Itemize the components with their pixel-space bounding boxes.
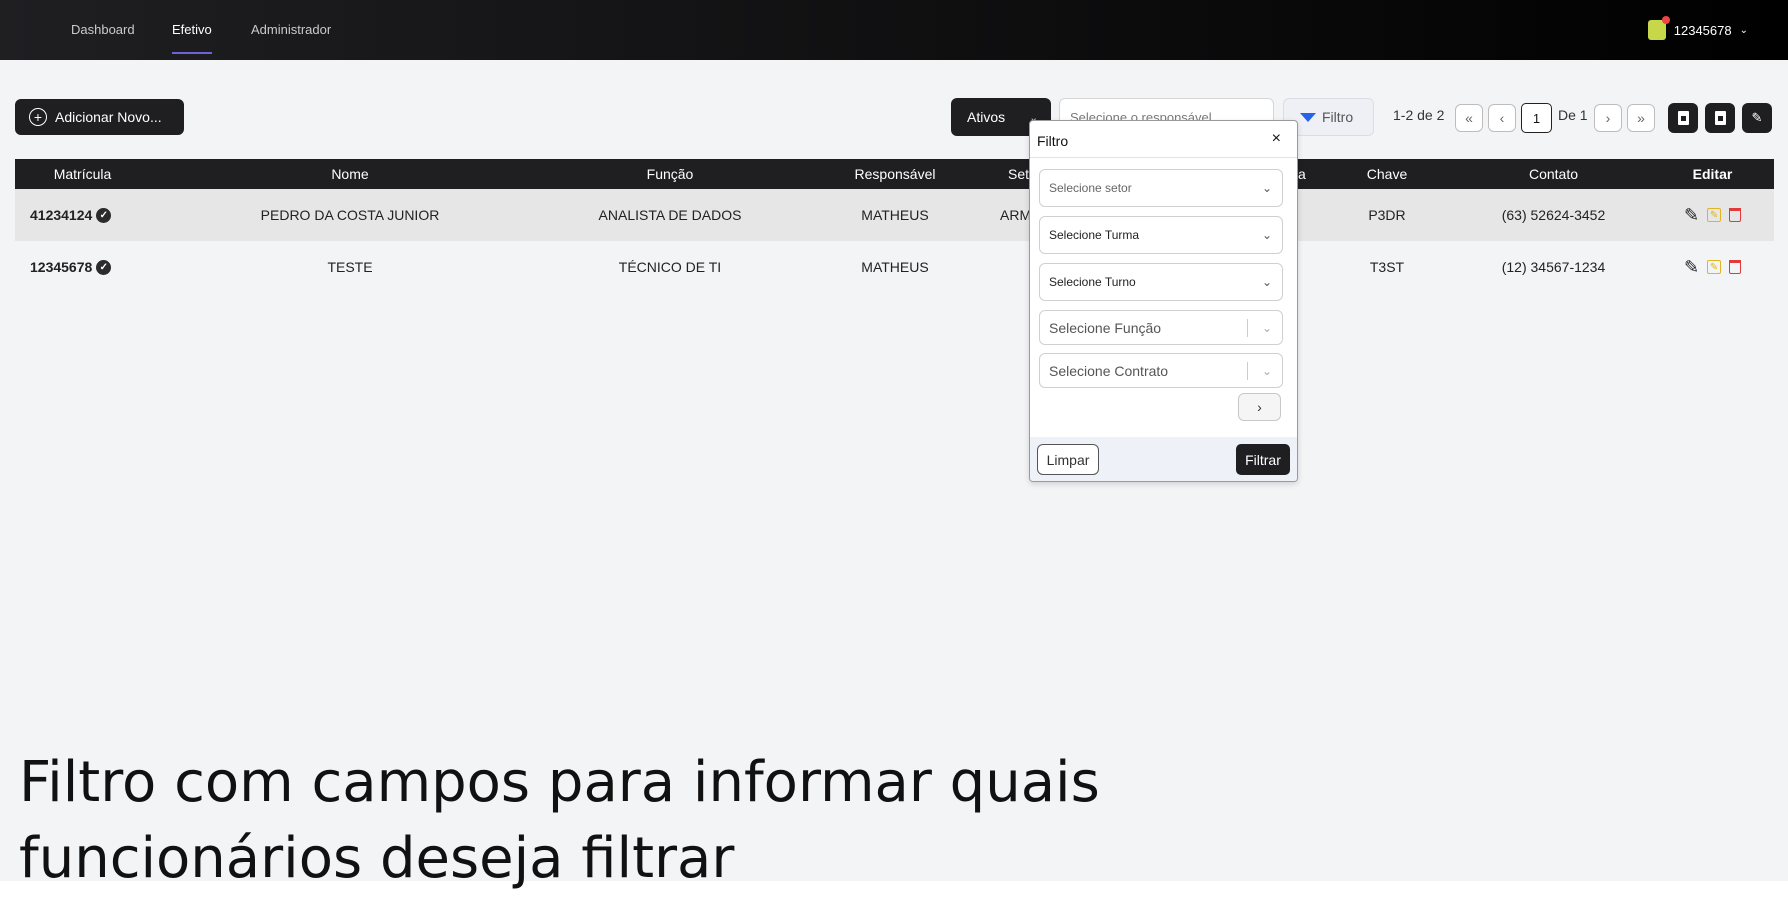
page: Dashboard Efetivo Administrador 12345678…	[0, 0, 1788, 891]
pencil-icon: ✎	[1751, 110, 1763, 125]
page-number-input[interactable]: 1	[1521, 103, 1552, 133]
col-chave[interactable]: Chave	[1318, 159, 1456, 189]
last-page-button[interactable]: »	[1627, 104, 1655, 132]
setor-select[interactable]: Selecione setor ⌄	[1039, 169, 1283, 207]
trash-icon[interactable]	[1729, 260, 1742, 274]
cell-responsavel: MATHEUS	[861, 207, 929, 223]
user-menu[interactable]: 12345678 ⌄	[1647, 16, 1748, 42]
chevron-down-icon: ⌄	[1739, 24, 1748, 36]
caption-text: Filtro com campos para informar quais fu…	[19, 750, 1100, 891]
pencil-icon[interactable]: ✎	[1684, 205, 1699, 226]
cell-contato: (12) 34567-1234	[1501, 259, 1606, 275]
cell-nome: TESTE	[327, 259, 373, 275]
turma-select[interactable]: Selecione Turma ⌄	[1039, 216, 1283, 254]
bulk-edit-button[interactable]: ✎	[1742, 103, 1772, 133]
cell-funcao: ANALISTA DE DADOS	[598, 207, 742, 223]
filter-button-label: Filtro	[1322, 109, 1354, 125]
nav-tab-administrador[interactable]: Administrador	[251, 0, 331, 60]
import-button[interactable]	[1705, 103, 1735, 133]
chevron-down-icon: ⌄	[1261, 228, 1272, 242]
funcao-select[interactable]: Selecione Função ⌄	[1039, 310, 1283, 345]
next-page-button[interactable]: ›	[1594, 104, 1622, 132]
export-button[interactable]	[1668, 103, 1698, 133]
pagination-range: 1-2 de 2	[1393, 107, 1445, 123]
col-contato[interactable]: Contato	[1456, 159, 1651, 189]
table-header: Matrícula Nome Função Responsável Set a …	[15, 159, 1774, 189]
contrato-placeholder: Selecione Contrato	[1049, 362, 1169, 379]
nav-tab-dashboard[interactable]: Dashboard	[71, 0, 135, 60]
edit-icon[interactable]: ✎	[1707, 208, 1722, 222]
chevron-down-icon: ⌄	[1261, 363, 1272, 378]
chevron-left-icon: ‹	[1499, 110, 1505, 126]
matricula-value: 41234124	[30, 207, 93, 223]
col-matricula[interactable]: Matrícula	[15, 159, 150, 189]
verified-icon: ✓	[96, 259, 112, 275]
col-editar: Editar	[1692, 166, 1733, 182]
cell-actions: ✎ ✎	[1651, 241, 1774, 293]
pencil-icon[interactable]: ✎	[1684, 257, 1699, 278]
table-row[interactable]: 41234124 ✓ PEDRO DA COSTA JUNIOR ANALIST…	[15, 189, 1774, 241]
cell-funcao: TÉCNICO DE TI	[618, 259, 722, 275]
cell-actions: ✎ ✎	[1651, 189, 1774, 241]
col-hidden-partial: a	[1298, 166, 1306, 182]
col-nome[interactable]: Nome	[150, 159, 550, 189]
cell-responsavel: MATHEUS	[861, 259, 929, 275]
filter-popover: Filtro × Selecione setor ⌄ Selecione Tur…	[1029, 120, 1298, 482]
first-page-button[interactable]: «	[1455, 104, 1483, 132]
cell-chave: T3ST	[1369, 259, 1405, 275]
add-new-label: Adicionar Novo...	[55, 109, 162, 125]
user-id: 12345678	[1673, 22, 1732, 38]
prev-page-button[interactable]: ‹	[1488, 104, 1516, 132]
matricula-value: 12345678	[30, 259, 93, 275]
add-new-button[interactable]: + Adicionar Novo...	[15, 99, 184, 135]
col-funcao[interactable]: Função	[550, 159, 790, 189]
funcao-placeholder: Selecione Função	[1049, 319, 1162, 336]
plus-icon: +	[29, 108, 47, 126]
table-row[interactable]: 12345678 ✓ TESTE TÉCNICO DE TI MATHEUS T…	[15, 241, 1774, 293]
select-separator	[1247, 319, 1248, 337]
chevron-right-icon: ›	[1257, 399, 1262, 415]
cell-matricula: 41234124 ✓	[30, 189, 150, 241]
status-select-value: Ativos	[967, 109, 1006, 125]
close-icon[interactable]: ×	[1272, 130, 1281, 148]
chevron-right-icon: ›	[1605, 110, 1611, 126]
double-chevron-left-icon: «	[1465, 110, 1473, 126]
cell-contato: (63) 52624-3452	[1501, 207, 1606, 223]
cell-nome: PEDRO DA COSTA JUNIOR	[260, 207, 440, 223]
top-navbar: Dashboard Efetivo Administrador 12345678…	[0, 0, 1788, 60]
turno-placeholder: Selecione Turno	[1049, 275, 1136, 289]
file-download-icon	[1677, 111, 1689, 125]
verified-icon: ✓	[96, 207, 112, 223]
nav-tab-efetivo[interactable]: Efetivo	[172, 0, 212, 60]
clear-filter-button[interactable]: Limpar	[1037, 444, 1099, 475]
divider	[1030, 157, 1297, 158]
turma-placeholder: Selecione Turma	[1049, 228, 1140, 242]
col-responsavel[interactable]: Responsável	[790, 159, 1000, 189]
funnel-icon	[1300, 112, 1316, 122]
notification-dot	[1661, 16, 1670, 24]
notification-icon[interactable]	[1647, 16, 1670, 40]
next-fields-button[interactable]: ›	[1238, 393, 1281, 421]
chevron-down-icon: ⌄	[1261, 320, 1272, 335]
filter-popover-footer: Limpar Filtrar	[1030, 437, 1297, 481]
setor-placeholder: Selecione setor	[1049, 181, 1132, 195]
page-total: De 1	[1558, 107, 1588, 123]
trash-icon[interactable]	[1729, 208, 1742, 222]
double-chevron-right-icon: »	[1637, 110, 1645, 126]
chevron-down-icon: ⌄	[1261, 275, 1272, 289]
chevron-down-icon: ⌄	[1261, 181, 1272, 195]
cell-chave: P3DR	[1368, 207, 1406, 223]
filter-popover-title: Filtro	[1037, 133, 1069, 149]
contrato-select[interactable]: Selecione Contrato ⌄	[1039, 353, 1283, 388]
file-upload-icon	[1714, 111, 1726, 125]
apply-filter-button[interactable]: Filtrar	[1236, 444, 1290, 475]
turno-select[interactable]: Selecione Turno ⌄	[1039, 263, 1283, 301]
select-separator	[1247, 362, 1248, 380]
edit-icon[interactable]: ✎	[1707, 260, 1722, 274]
cell-matricula: 12345678 ✓	[30, 241, 150, 293]
